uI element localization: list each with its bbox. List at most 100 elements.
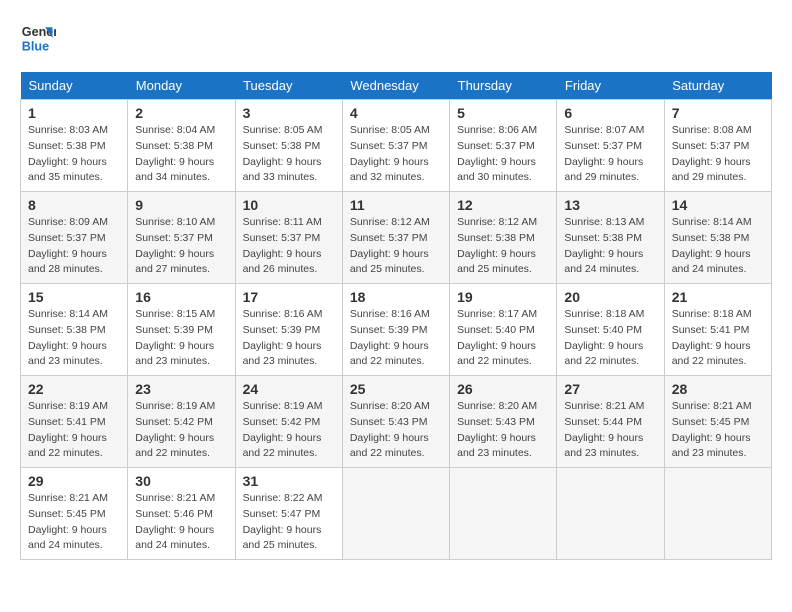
calendar-cell	[450, 468, 557, 560]
calendar-cell	[557, 468, 664, 560]
calendar-cell: 27 Sunrise: 8:21 AMSunset: 5:44 PMDaylig…	[557, 376, 664, 468]
day-number: 19	[457, 289, 549, 305]
day-number: 30	[135, 473, 227, 489]
day-number: 20	[564, 289, 656, 305]
day-number: 18	[350, 289, 442, 305]
calendar-cell: 28 Sunrise: 8:21 AMSunset: 5:45 PMDaylig…	[664, 376, 771, 468]
day-number: 16	[135, 289, 227, 305]
day-number: 1	[28, 105, 120, 121]
day-detail: Sunrise: 8:19 AMSunset: 5:42 PMDaylight:…	[135, 400, 215, 459]
calendar-week-row: 22 Sunrise: 8:19 AMSunset: 5:41 PMDaylig…	[21, 376, 772, 468]
day-detail: Sunrise: 8:10 AMSunset: 5:37 PMDaylight:…	[135, 216, 215, 275]
day-number: 9	[135, 197, 227, 213]
calendar-cell: 26 Sunrise: 8:20 AMSunset: 5:43 PMDaylig…	[450, 376, 557, 468]
header-wednesday: Wednesday	[342, 72, 449, 100]
day-number: 10	[243, 197, 335, 213]
day-number: 31	[243, 473, 335, 489]
day-number: 28	[672, 381, 764, 397]
calendar-cell	[342, 468, 449, 560]
day-number: 24	[243, 381, 335, 397]
calendar-cell: 10 Sunrise: 8:11 AMSunset: 5:37 PMDaylig…	[235, 192, 342, 284]
calendar-cell	[664, 468, 771, 560]
day-number: 12	[457, 197, 549, 213]
day-detail: Sunrise: 8:19 AMSunset: 5:41 PMDaylight:…	[28, 400, 108, 459]
calendar-cell: 2 Sunrise: 8:04 AMSunset: 5:38 PMDayligh…	[128, 100, 235, 192]
day-detail: Sunrise: 8:21 AMSunset: 5:45 PMDaylight:…	[672, 400, 752, 459]
day-detail: Sunrise: 8:03 AMSunset: 5:38 PMDaylight:…	[28, 124, 108, 183]
day-detail: Sunrise: 8:09 AMSunset: 5:37 PMDaylight:…	[28, 216, 108, 275]
calendar-cell: 5 Sunrise: 8:06 AMSunset: 5:37 PMDayligh…	[450, 100, 557, 192]
day-number: 25	[350, 381, 442, 397]
calendar-cell: 4 Sunrise: 8:05 AMSunset: 5:37 PMDayligh…	[342, 100, 449, 192]
header-saturday: Saturday	[664, 72, 771, 100]
day-number: 23	[135, 381, 227, 397]
logo: General Blue	[20, 20, 56, 56]
calendar-cell: 3 Sunrise: 8:05 AMSunset: 5:38 PMDayligh…	[235, 100, 342, 192]
weekday-header-row: Sunday Monday Tuesday Wednesday Thursday…	[21, 72, 772, 100]
day-detail: Sunrise: 8:18 AMSunset: 5:40 PMDaylight:…	[564, 308, 644, 367]
calendar-cell: 9 Sunrise: 8:10 AMSunset: 5:37 PMDayligh…	[128, 192, 235, 284]
day-detail: Sunrise: 8:16 AMSunset: 5:39 PMDaylight:…	[350, 308, 430, 367]
day-number: 6	[564, 105, 656, 121]
day-detail: Sunrise: 8:11 AMSunset: 5:37 PMDaylight:…	[243, 216, 322, 275]
day-detail: Sunrise: 8:18 AMSunset: 5:41 PMDaylight:…	[672, 308, 752, 367]
calendar-cell: 22 Sunrise: 8:19 AMSunset: 5:41 PMDaylig…	[21, 376, 128, 468]
day-detail: Sunrise: 8:06 AMSunset: 5:37 PMDaylight:…	[457, 124, 537, 183]
day-detail: Sunrise: 8:21 AMSunset: 5:45 PMDaylight:…	[28, 492, 108, 551]
calendar-cell: 19 Sunrise: 8:17 AMSunset: 5:40 PMDaylig…	[450, 284, 557, 376]
day-detail: Sunrise: 8:14 AMSunset: 5:38 PMDaylight:…	[672, 216, 752, 275]
day-number: 11	[350, 197, 442, 213]
day-number: 2	[135, 105, 227, 121]
day-number: 26	[457, 381, 549, 397]
calendar-cell: 16 Sunrise: 8:15 AMSunset: 5:39 PMDaylig…	[128, 284, 235, 376]
header-tuesday: Tuesday	[235, 72, 342, 100]
calendar-week-row: 8 Sunrise: 8:09 AMSunset: 5:37 PMDayligh…	[21, 192, 772, 284]
calendar-cell: 15 Sunrise: 8:14 AMSunset: 5:38 PMDaylig…	[21, 284, 128, 376]
day-detail: Sunrise: 8:20 AMSunset: 5:43 PMDaylight:…	[350, 400, 430, 459]
calendar-body: 1 Sunrise: 8:03 AMSunset: 5:38 PMDayligh…	[21, 100, 772, 560]
day-detail: Sunrise: 8:13 AMSunset: 5:38 PMDaylight:…	[564, 216, 644, 275]
day-number: 7	[672, 105, 764, 121]
svg-text:Blue: Blue	[22, 40, 49, 54]
day-detail: Sunrise: 8:08 AMSunset: 5:37 PMDaylight:…	[672, 124, 752, 183]
day-number: 21	[672, 289, 764, 305]
header-sunday: Sunday	[21, 72, 128, 100]
day-number: 17	[243, 289, 335, 305]
calendar-cell: 30 Sunrise: 8:21 AMSunset: 5:46 PMDaylig…	[128, 468, 235, 560]
day-number: 22	[28, 381, 120, 397]
day-detail: Sunrise: 8:04 AMSunset: 5:38 PMDaylight:…	[135, 124, 215, 183]
day-detail: Sunrise: 8:17 AMSunset: 5:40 PMDaylight:…	[457, 308, 537, 367]
day-number: 3	[243, 105, 335, 121]
day-detail: Sunrise: 8:19 AMSunset: 5:42 PMDaylight:…	[243, 400, 323, 459]
calendar-week-row: 15 Sunrise: 8:14 AMSunset: 5:38 PMDaylig…	[21, 284, 772, 376]
header-friday: Friday	[557, 72, 664, 100]
calendar-cell: 17 Sunrise: 8:16 AMSunset: 5:39 PMDaylig…	[235, 284, 342, 376]
calendar-cell: 6 Sunrise: 8:07 AMSunset: 5:37 PMDayligh…	[557, 100, 664, 192]
calendar-cell: 12 Sunrise: 8:12 AMSunset: 5:38 PMDaylig…	[450, 192, 557, 284]
day-detail: Sunrise: 8:07 AMSunset: 5:37 PMDaylight:…	[564, 124, 644, 183]
calendar-cell: 1 Sunrise: 8:03 AMSunset: 5:38 PMDayligh…	[21, 100, 128, 192]
day-detail: Sunrise: 8:05 AMSunset: 5:37 PMDaylight:…	[350, 124, 430, 183]
page-header: General Blue	[20, 20, 772, 56]
day-detail: Sunrise: 8:15 AMSunset: 5:39 PMDaylight:…	[135, 308, 215, 367]
calendar-cell: 8 Sunrise: 8:09 AMSunset: 5:37 PMDayligh…	[21, 192, 128, 284]
day-number: 29	[28, 473, 120, 489]
header-monday: Monday	[128, 72, 235, 100]
calendar-cell: 18 Sunrise: 8:16 AMSunset: 5:39 PMDaylig…	[342, 284, 449, 376]
calendar-week-row: 1 Sunrise: 8:03 AMSunset: 5:38 PMDayligh…	[21, 100, 772, 192]
day-detail: Sunrise: 8:16 AMSunset: 5:39 PMDaylight:…	[243, 308, 323, 367]
day-number: 14	[672, 197, 764, 213]
day-detail: Sunrise: 8:22 AMSunset: 5:47 PMDaylight:…	[243, 492, 323, 551]
logo-icon: General Blue	[20, 20, 56, 56]
day-detail: Sunrise: 8:12 AMSunset: 5:37 PMDaylight:…	[350, 216, 430, 275]
calendar-week-row: 29 Sunrise: 8:21 AMSunset: 5:45 PMDaylig…	[21, 468, 772, 560]
calendar-cell: 31 Sunrise: 8:22 AMSunset: 5:47 PMDaylig…	[235, 468, 342, 560]
day-number: 27	[564, 381, 656, 397]
calendar-cell: 13 Sunrise: 8:13 AMSunset: 5:38 PMDaylig…	[557, 192, 664, 284]
calendar-cell: 21 Sunrise: 8:18 AMSunset: 5:41 PMDaylig…	[664, 284, 771, 376]
day-number: 4	[350, 105, 442, 121]
calendar-cell: 24 Sunrise: 8:19 AMSunset: 5:42 PMDaylig…	[235, 376, 342, 468]
day-detail: Sunrise: 8:21 AMSunset: 5:44 PMDaylight:…	[564, 400, 644, 459]
day-number: 5	[457, 105, 549, 121]
calendar-cell: 11 Sunrise: 8:12 AMSunset: 5:37 PMDaylig…	[342, 192, 449, 284]
